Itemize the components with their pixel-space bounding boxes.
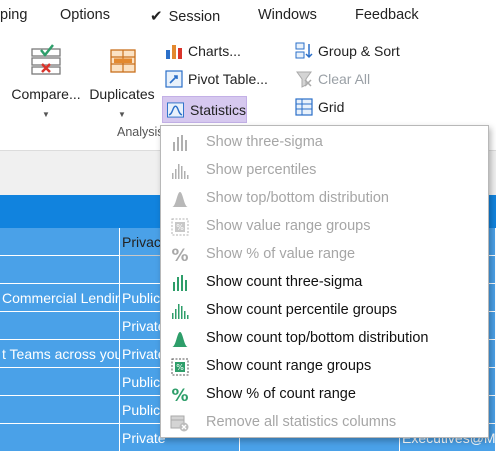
percent-icon: % xyxy=(171,246,188,264)
menu-item-show-percent-of-count-range[interactable]: % Show % of count range xyxy=(161,381,488,409)
svg-text:%: % xyxy=(176,223,184,232)
menu-item-session[interactable]: ✔ Session xyxy=(150,7,220,25)
statistics-menu: Show three-sigma Show percentiles Show t… xyxy=(160,125,489,438)
menu-item-label: Remove all statistics columns xyxy=(206,414,397,430)
percentiles-icon xyxy=(172,164,189,179)
menu-item-mapping[interactable]: ping xyxy=(0,7,27,23)
pivot-table-label: Pivot Table... xyxy=(188,71,268,87)
menu-item-show-three-sigma[interactable]: Show three-sigma xyxy=(161,129,488,157)
menu-item-options[interactable]: Options xyxy=(60,7,110,23)
clear-all-label: Clear All xyxy=(318,71,371,87)
table-cell[interactable] xyxy=(0,228,120,256)
statistics-icon xyxy=(167,101,184,118)
table-cell[interactable] xyxy=(0,424,120,452)
menu-item-label: Show top/bottom distribution xyxy=(206,190,389,206)
charts-label: Charts... xyxy=(188,43,241,59)
distribution-icon xyxy=(172,332,188,347)
charts-button[interactable]: Charts... xyxy=(165,42,241,60)
statistics-label: Statistics xyxy=(189,101,246,118)
range-groups-icon: % xyxy=(171,358,189,376)
menu-item-session-label: Session xyxy=(168,9,221,25)
clear-all-button[interactable]: Clear All xyxy=(295,70,370,88)
chevron-down-icon: ▼ xyxy=(118,110,126,119)
three-sigma-icon xyxy=(173,275,187,291)
svg-text:%: % xyxy=(171,246,188,264)
table-cell[interactable]: Commercial Lendin xyxy=(0,284,120,312)
grid-button[interactable]: Grid xyxy=(295,98,344,116)
duplicates-label: Duplicates xyxy=(89,86,155,102)
menu-item-show-percentiles[interactable]: Show percentiles xyxy=(161,157,488,185)
menu-item-label: Show count percentile groups xyxy=(206,302,398,318)
range-groups-icon: % xyxy=(171,218,189,236)
menu-item-show-count-percentile-groups[interactable]: Show count percentile groups xyxy=(161,297,488,325)
distribution-icon xyxy=(172,192,188,207)
duplicates-button[interactable]: Duplicates ▼ xyxy=(85,44,159,119)
group-sort-icon xyxy=(295,42,313,59)
menu-item-remove-all-statistics-columns[interactable]: Remove all statistics columns xyxy=(161,409,488,437)
menu-item-label: Show % of value range xyxy=(206,246,356,262)
grid-label: Grid xyxy=(318,99,345,115)
analysis-group-label: Analysis xyxy=(117,125,164,139)
table-cell[interactable]: t Teams across you xyxy=(0,340,120,368)
menu-item-label: Show % of count range xyxy=(206,386,356,402)
remove-columns-icon xyxy=(170,415,189,432)
percent-icon: % xyxy=(171,386,188,404)
statistics-button[interactable]: Statistics xyxy=(162,96,247,123)
menu-item-show-top-bottom-distribution[interactable]: Show top/bottom distribution xyxy=(161,185,488,213)
menu-item-show-count-top-bottom-distribution[interactable]: Show count top/bottom distribution xyxy=(161,325,488,353)
clear-all-icon xyxy=(296,71,312,88)
duplicates-icon xyxy=(110,49,136,73)
menu-item-show-count-three-sigma[interactable]: Show count three-sigma xyxy=(161,269,488,297)
chevron-down-icon: ▼ xyxy=(42,110,50,119)
svg-text:%: % xyxy=(171,386,188,404)
svg-text:%: % xyxy=(176,363,184,372)
menu-bar: ping Options ✔ Session Windows Feedback xyxy=(0,0,496,32)
menu-item-show-count-range-groups[interactable]: % Show count range groups xyxy=(161,353,488,381)
check-icon: ✔ xyxy=(150,8,163,25)
menu-item-label: Show three-sigma xyxy=(206,134,323,150)
bar-chart-icon xyxy=(166,45,182,59)
compare-icon xyxy=(31,44,61,75)
percentiles-icon xyxy=(172,304,189,319)
pivot-table-button[interactable]: Pivot Table... xyxy=(165,70,268,88)
menu-item-label: Show count three-sigma xyxy=(206,274,363,290)
menu-item-windows[interactable]: Windows xyxy=(258,7,317,23)
menu-item-label: Show count top/bottom distribution xyxy=(206,330,429,346)
table-cell[interactable] xyxy=(0,368,120,396)
pivot-table-icon xyxy=(165,70,183,88)
menu-item-label: Show value range groups xyxy=(206,218,371,234)
group-sort-button[interactable]: Group & Sort xyxy=(295,42,400,60)
menu-item-label: Show percentiles xyxy=(206,162,317,178)
table-cell[interactable] xyxy=(0,256,120,284)
table-cell[interactable] xyxy=(0,396,120,424)
compare-label: Compare... xyxy=(11,86,81,102)
compare-button[interactable]: Compare... ▼ xyxy=(10,44,82,119)
grid-icon xyxy=(295,98,313,116)
three-sigma-icon xyxy=(173,135,187,151)
menu-item-feedback[interactable]: Feedback xyxy=(355,7,419,23)
group-sort-label: Group & Sort xyxy=(318,43,400,59)
table-cell[interactable] xyxy=(0,312,120,340)
menu-item-label: Show count range groups xyxy=(206,358,372,374)
menu-item-show-value-range-groups[interactable]: % Show value range groups xyxy=(161,213,488,241)
menu-item-show-percent-of-value-range[interactable]: % Show % of value range xyxy=(161,241,488,269)
